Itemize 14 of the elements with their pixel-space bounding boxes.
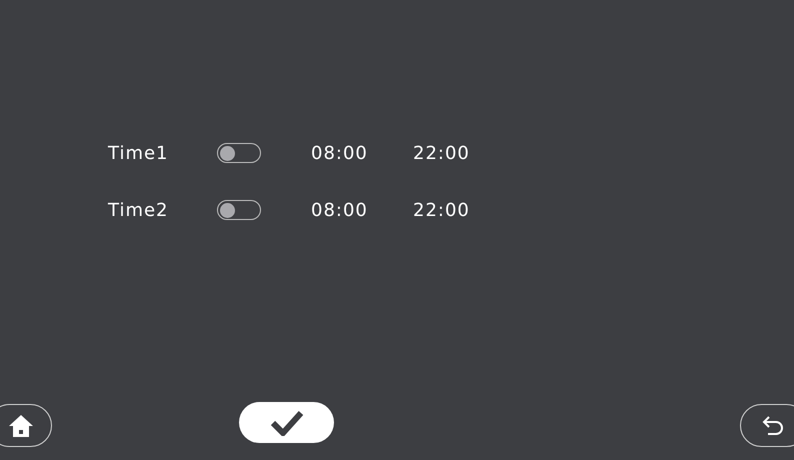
- back-button[interactable]: [740, 404, 794, 447]
- schedule-label: Time1: [108, 142, 170, 166]
- start-time[interactable]: 08:00: [311, 196, 413, 224]
- start-time[interactable]: 08:00: [311, 140, 413, 166]
- end-time[interactable]: 22:00: [413, 140, 470, 166]
- schedule-label: Time2: [108, 198, 170, 222]
- end-time[interactable]: 22:00: [413, 196, 470, 224]
- checkmark-icon: [270, 410, 304, 436]
- confirm-button[interactable]: [239, 402, 334, 443]
- home-button[interactable]: [0, 404, 52, 447]
- toggle-switch[interactable]: [217, 200, 261, 220]
- home-icon: [8, 414, 34, 438]
- return-arrow-icon: [761, 414, 785, 436]
- toggle-switch[interactable]: [217, 143, 261, 163]
